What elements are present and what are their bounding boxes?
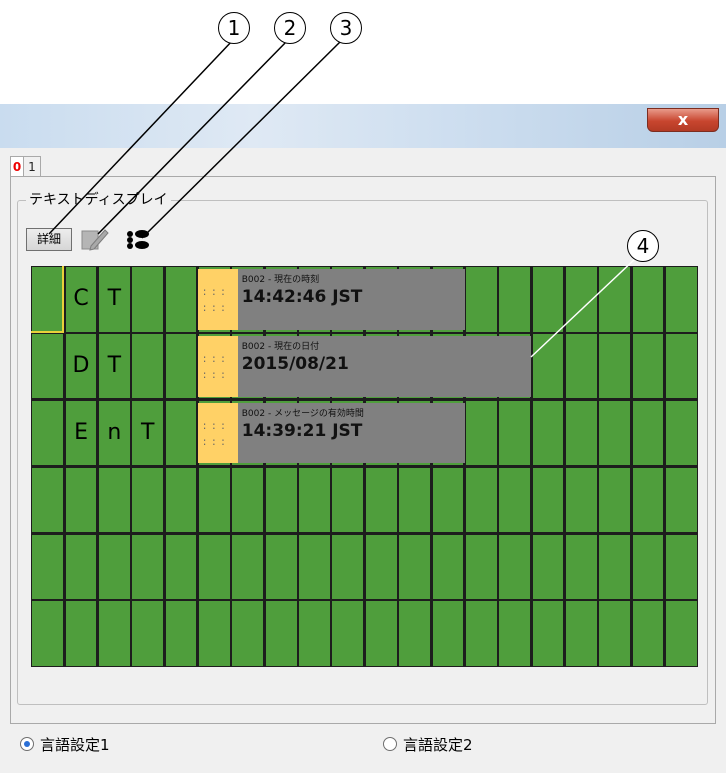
callout-2: 2 — [274, 12, 306, 44]
callout-3: 3 — [330, 12, 362, 44]
callout-1: 1 — [218, 12, 250, 44]
language-option-1[interactable]: 言語設定1 — [20, 734, 110, 755]
callout-4: 4 — [627, 230, 659, 262]
callout-leaders — [48, 39, 637, 358]
language-option-1-label: 言語設定1 — [40, 736, 110, 754]
radio-unselected-icon — [383, 737, 397, 751]
radio-selected-icon — [20, 737, 34, 751]
language-option-2-label: 言語設定2 — [403, 736, 473, 754]
language-option-2[interactable]: 言語設定2 — [383, 734, 473, 755]
